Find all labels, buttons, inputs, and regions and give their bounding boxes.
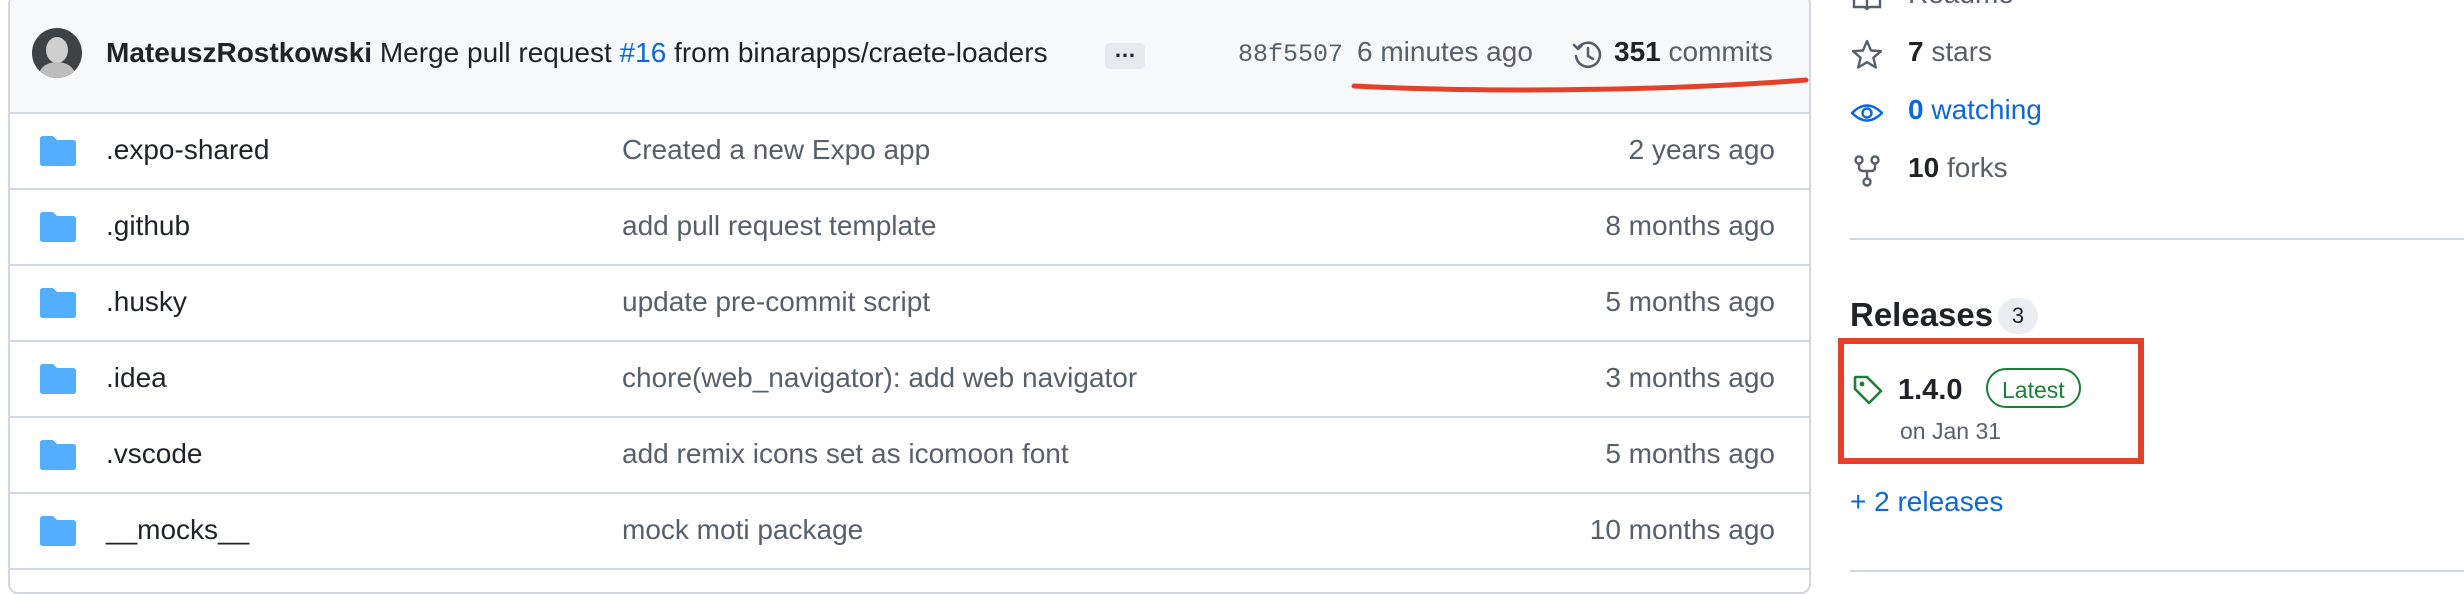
folder-icon: [40, 364, 76, 394]
file-name-link[interactable]: .vscode: [106, 438, 203, 470]
commit-author-link[interactable]: MateuszRostkowski: [106, 37, 372, 68]
file-age: 10 months ago: [1589, 514, 1775, 545]
stars-label: stars: [1931, 36, 1993, 67]
about-sidebar: Readme 7 stars 0 watching 10 forks Relea…: [1838, 0, 2464, 572]
folder-icon: [40, 288, 76, 318]
file-name-link[interactable]: .idea: [106, 362, 167, 394]
fork-icon: [1854, 155, 1880, 187]
file-commit-message[interactable]: add pull request template: [622, 210, 936, 242]
watching-count: 0: [1908, 94, 1924, 125]
readme-label: Readme: [1908, 0, 2014, 10]
commits-link[interactable]: 351 commits: [1614, 36, 1773, 68]
folder-icon: [40, 516, 76, 546]
file-commit-message[interactable]: add remix icons set as icomoon font: [622, 438, 1069, 470]
file-commit-message[interactable]: mock moti package: [622, 514, 863, 546]
table-row[interactable]: .husky update pre-commit script 5 months…: [10, 266, 1809, 342]
file-name-link[interactable]: .github: [106, 210, 190, 242]
table-row[interactable]: .github add pull request template 8 mont…: [10, 190, 1809, 266]
file-name-link[interactable]: .husky: [106, 286, 187, 318]
commit-count: 351: [1614, 36, 1661, 67]
tag-icon: [1853, 375, 1883, 405]
avatar[interactable]: [32, 28, 82, 78]
folder-icon: [40, 212, 76, 242]
commit-time[interactable]: 6 minutes ago: [1357, 36, 1533, 68]
file-name-link[interactable]: .expo-shared: [106, 134, 269, 166]
commit-sha-link[interactable]: 88f5507: [1238, 40, 1343, 69]
commit-message-prefix[interactable]: Merge pull request: [380, 37, 612, 68]
watching-label: watching: [1931, 94, 2042, 125]
expand-message-button[interactable]: …: [1105, 39, 1145, 69]
file-age: 3 months ago: [1605, 362, 1775, 393]
file-commit-message[interactable]: chore(web_navigator): add web navigator: [622, 362, 1137, 394]
history-icon: [1572, 41, 1602, 69]
commit-count-label: commits: [1668, 36, 1773, 67]
folder-icon: [40, 136, 76, 166]
commit-message: MateuszRostkowski Merge pull request #16…: [106, 36, 1048, 70]
release-date: on Jan 31: [1900, 418, 2002, 444]
divider: [1850, 238, 2464, 240]
commit-message-suffix[interactable]: from binarapps/craete-loaders: [674, 37, 1048, 68]
more-releases-link[interactable]: + 2 releases: [1850, 486, 2003, 518]
forks-label: forks: [1946, 152, 2008, 183]
latest-badge: Latest: [1986, 368, 2081, 408]
releases-count-badge: 3: [1998, 298, 2038, 334]
latest-commit-bar: MateuszRostkowski Merge pull request #16…: [10, 0, 1809, 114]
file-commit-message[interactable]: Created a new Expo app: [622, 134, 930, 166]
annotation-underline: [1351, 77, 1809, 93]
star-icon: [1851, 39, 1883, 69]
table-row[interactable]: .idea chore(web_navigator): add web navi…: [10, 342, 1809, 418]
forks-count: 10: [1908, 152, 1940, 183]
releases-heading-link[interactable]: Releases: [1850, 296, 1993, 334]
table-row[interactable]: .vscode add remix icons set as icomoon f…: [10, 418, 1809, 494]
file-age: 2 years ago: [1628, 134, 1775, 165]
book-icon: [1852, 0, 1882, 11]
folder-icon: [40, 440, 76, 470]
file-age: 5 months ago: [1605, 438, 1775, 469]
file-commit-message[interactable]: update pre-commit script: [622, 286, 930, 318]
latest-release-link[interactable]: 1.4.0: [1898, 374, 1963, 407]
file-name-link[interactable]: __mocks__: [106, 514, 249, 546]
file-table: MateuszRostkowski Merge pull request #16…: [8, 0, 1811, 594]
file-age: 8 months ago: [1605, 210, 1775, 241]
table-row[interactable]: .expo-shared Created a new Expo app 2 ye…: [10, 114, 1809, 190]
stars-count: 7: [1908, 36, 1924, 67]
pr-link[interactable]: #16: [620, 37, 667, 68]
table-row[interactable]: __mocks__ mock moti package 10 months ag…: [10, 494, 1809, 570]
eye-icon: [1850, 104, 1884, 122]
file-age: 5 months ago: [1605, 286, 1775, 317]
